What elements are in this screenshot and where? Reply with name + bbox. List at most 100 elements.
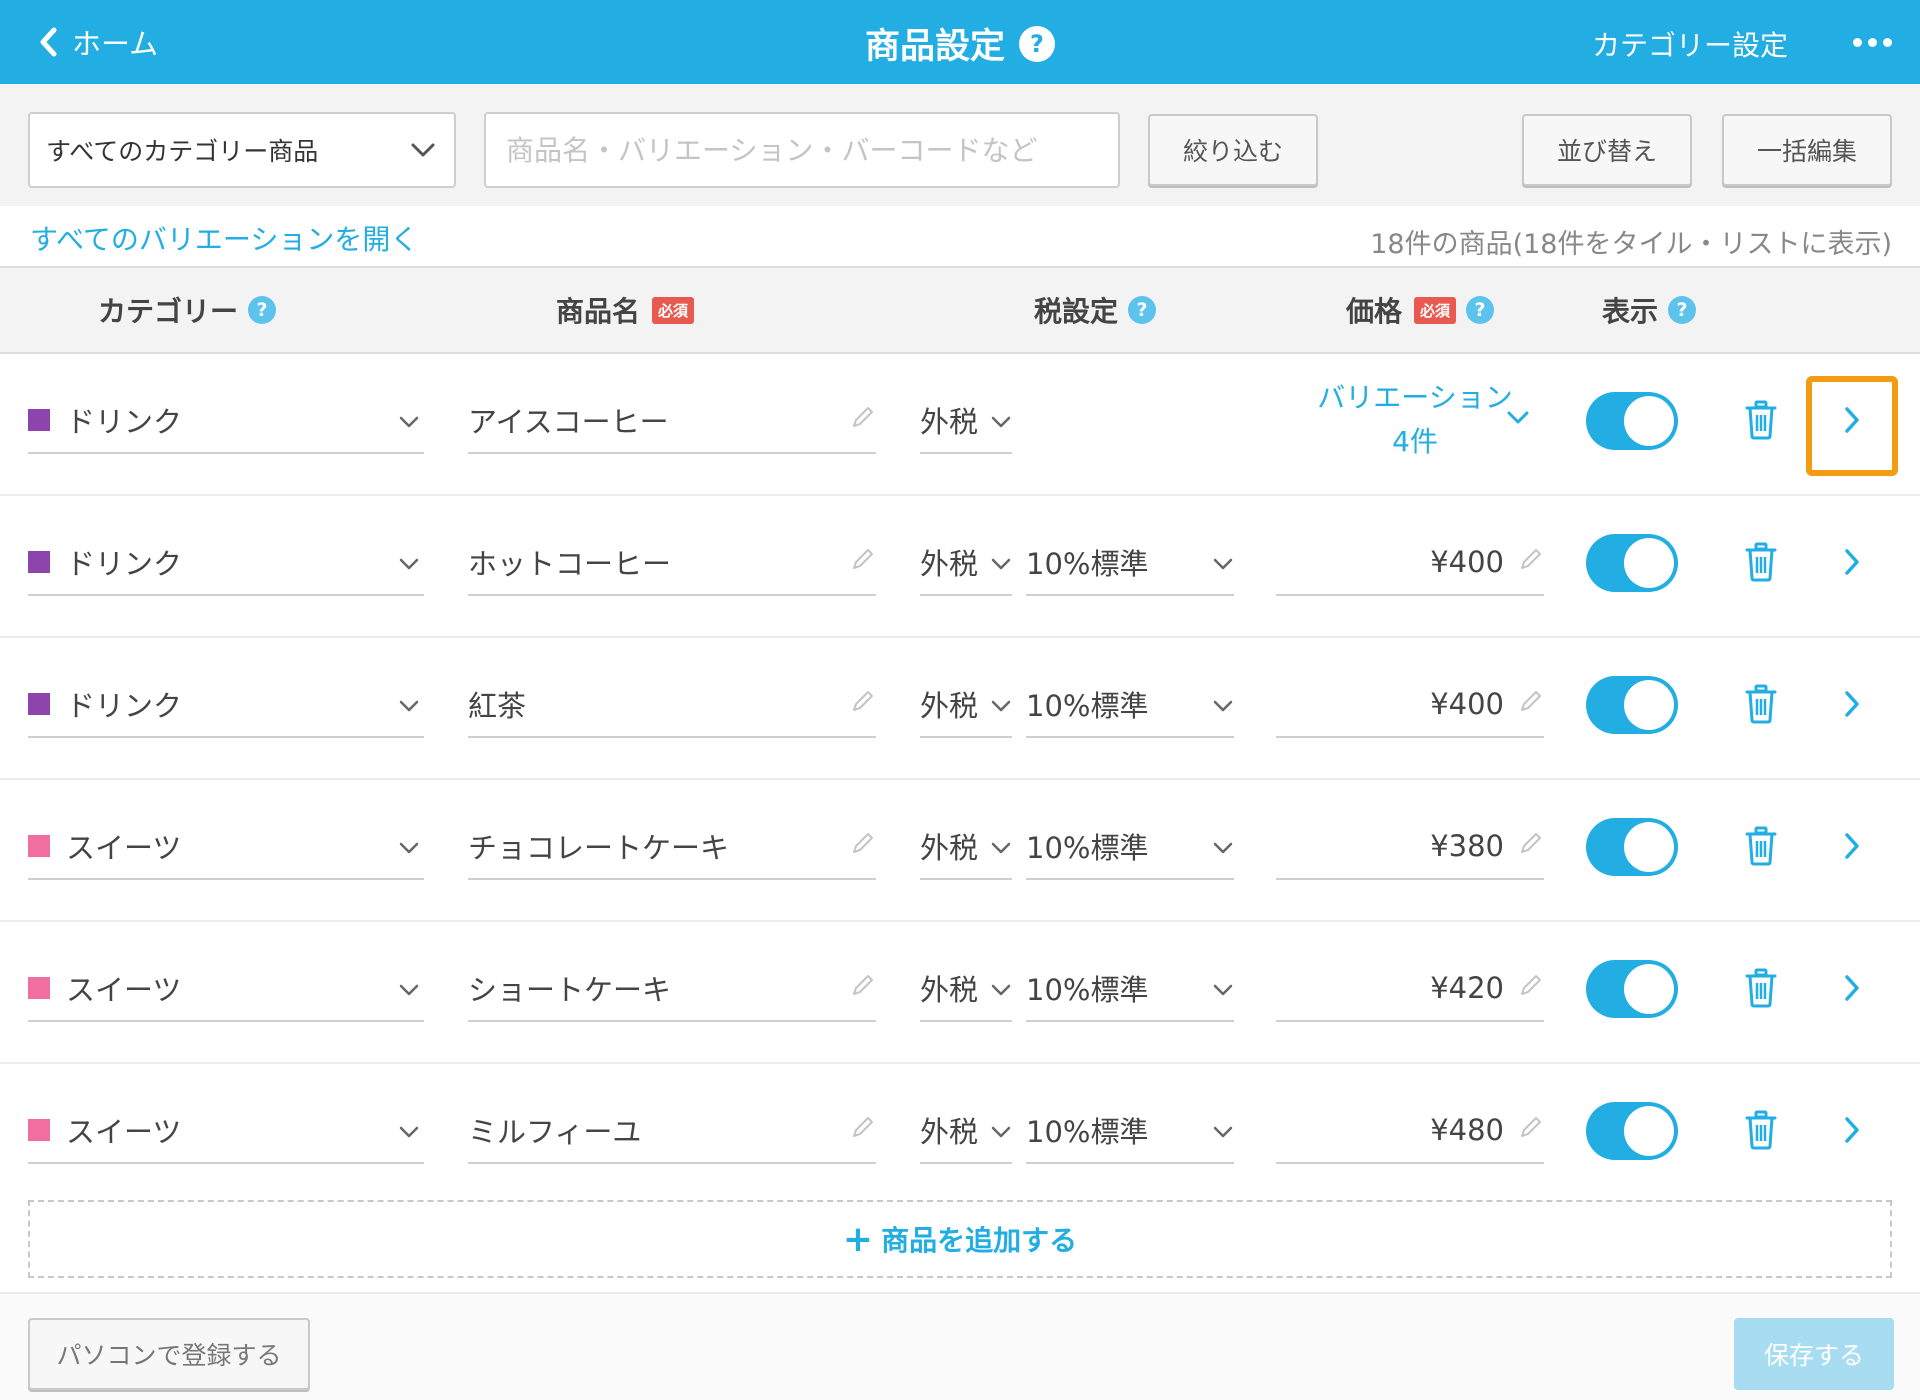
table-row: スイーツ ショートケーキ 外税 10%標準 ¥420 [0,922,1920,1064]
pencil-icon [853,1117,873,1137]
product-name-field[interactable]: 紅茶 [468,672,876,738]
visibility-toggle[interactable] [1586,818,1678,876]
trash-icon[interactable] [1744,684,1778,724]
trash-icon[interactable] [1744,968,1778,1008]
product-name-value: アイスコーヒー [468,405,669,439]
filter-button[interactable]: 絞り込む [1148,114,1318,186]
help-icon[interactable]: ? [248,296,277,324]
search-input[interactable] [484,112,1120,188]
product-list: ドリンク アイスコーヒー 外税 バリエーション 4件 ドリンク ホットコーヒー … [0,354,1920,1206]
category-select[interactable]: スイーツ [28,1098,424,1164]
tax-rate-select[interactable]: 10%標準 [1026,956,1234,1022]
trash-icon[interactable] [1744,542,1778,582]
pencil-icon [1521,833,1541,853]
visibility-toggle[interactable] [1586,392,1678,450]
category-value: ドリンク [66,689,183,723]
row-detail-arrow[interactable] [1836,826,1868,866]
visibility-toggle[interactable] [1586,676,1678,734]
price-field[interactable]: ¥480 [1276,1098,1544,1164]
help-icon[interactable]: ? [1128,296,1157,324]
price-field[interactable]: ¥420 [1276,956,1544,1022]
help-icon[interactable]: ? [1019,25,1055,62]
tax-select[interactable]: 外税 [920,388,1012,454]
column-price: 価格 必須 ? [1346,268,1495,352]
chevron-down-icon [399,416,419,428]
category-value: スイーツ [66,973,182,1007]
chevron-down-icon [991,700,1011,712]
category-select[interactable]: ドリンク [28,672,424,738]
bulk-edit-button[interactable]: 一括編集 [1722,114,1892,186]
help-icon[interactable]: ? [1466,296,1495,324]
register-on-pc-button[interactable]: パソコンで登録する [28,1318,310,1390]
category-setting-link[interactable]: カテゴリー設定 [1592,24,1788,64]
info-row: すべてのバリエーションを開く 18件の商品(18件をタイル・リストに表示) [0,206,1920,266]
category-filter-select[interactable]: すべてのカテゴリー商品 [28,112,456,188]
row-detail-arrow[interactable] [1836,1110,1868,1150]
visibility-toggle[interactable] [1586,1102,1678,1160]
open-all-variations-link[interactable]: すべてのバリエーションを開く [30,218,418,258]
tax-select[interactable]: 外税 [920,1098,1012,1164]
category-filter-value: すべてのカテゴリー商品 [46,137,319,166]
tax-select[interactable]: 外税 [920,814,1012,880]
product-name-field[interactable]: ホットコーヒー [468,530,876,596]
more-menu-icon[interactable] [1853,38,1892,47]
price-field[interactable]: ¥380 [1276,814,1544,880]
category-select[interactable]: スイーツ [28,956,424,1022]
tax-value: 外税 [920,831,979,865]
tax-select[interactable]: 外税 [920,956,1012,1022]
category-select[interactable]: スイーツ [28,814,424,880]
visibility-toggle[interactable] [1586,960,1678,1018]
trash-icon[interactable] [1744,400,1778,440]
category-value: ドリンク [66,405,183,439]
row-detail-arrow[interactable] [1836,684,1868,724]
tax-rate-value: 10%標準 [1026,973,1149,1007]
pencil-icon [853,549,873,569]
tax-select[interactable]: 外税 [920,530,1012,596]
column-category: カテゴリー ? [98,268,277,352]
price-field[interactable]: ¥400 [1276,530,1544,596]
tax-value: 外税 [920,1115,979,1149]
chevron-down-icon [1507,411,1529,424]
save-button[interactable]: 保存する [1734,1318,1894,1390]
price-field[interactable]: ¥400 [1276,672,1544,738]
table-row: ドリンク アイスコーヒー 外税 バリエーション 4件 [0,354,1920,496]
product-name-field[interactable]: アイスコーヒー [468,388,876,454]
help-icon[interactable]: ? [1668,296,1697,324]
row-detail-arrow[interactable] [1836,968,1868,1008]
category-select[interactable]: ドリンク [28,388,424,454]
column-tax-label: 税設定 [1034,295,1119,328]
product-name-value: 紅茶 [468,689,527,723]
table-row: ドリンク ホットコーヒー 外税 10%標準 ¥400 [0,496,1920,638]
tax-rate-value: 10%標準 [1026,547,1149,581]
table-header: カテゴリー ? 商品名 必須 税設定 ? 価格 必須 ? 表示 ? [0,266,1920,354]
product-name-value: ホットコーヒー [468,547,672,581]
trash-icon[interactable] [1744,826,1778,866]
product-name-field[interactable]: ショートケーキ [468,956,876,1022]
tax-rate-select[interactable]: 10%標準 [1026,1098,1234,1164]
plus-icon: + [842,1218,874,1260]
back-button[interactable]: ホーム [36,22,158,62]
tax-select[interactable]: 外税 [920,672,1012,738]
tax-value: 外税 [920,973,979,1007]
product-name-field[interactable]: チョコレートケーキ [468,814,876,880]
visibility-toggle[interactable] [1586,534,1678,592]
trash-icon[interactable] [1744,1110,1778,1150]
column-visible: 表示 ? [1602,268,1697,352]
tax-rate-select[interactable]: 10%標準 [1026,672,1234,738]
category-select[interactable]: ドリンク [28,530,424,596]
column-price-label: 価格 [1346,295,1403,328]
chevron-down-icon [1213,984,1233,996]
row-detail-arrow[interactable] [1836,400,1868,440]
chevron-down-icon [1213,558,1233,570]
tax-rate-select[interactable]: 10%標準 [1026,814,1234,880]
chevron-down-icon [991,416,1011,428]
add-product-button[interactable]: + 商品を追加する [28,1200,1892,1278]
variation-toggle[interactable]: バリエーション 4件 [1290,376,1540,464]
sort-button[interactable]: 並び替え [1522,114,1692,186]
category-color-swatch [28,1119,50,1141]
chevron-right-icon [1845,549,1859,575]
product-name-field[interactable]: ミルフィーユ [468,1098,876,1164]
chevron-right-icon [1845,407,1859,433]
row-detail-arrow[interactable] [1836,542,1868,582]
tax-rate-select[interactable]: 10%標準 [1026,530,1234,596]
